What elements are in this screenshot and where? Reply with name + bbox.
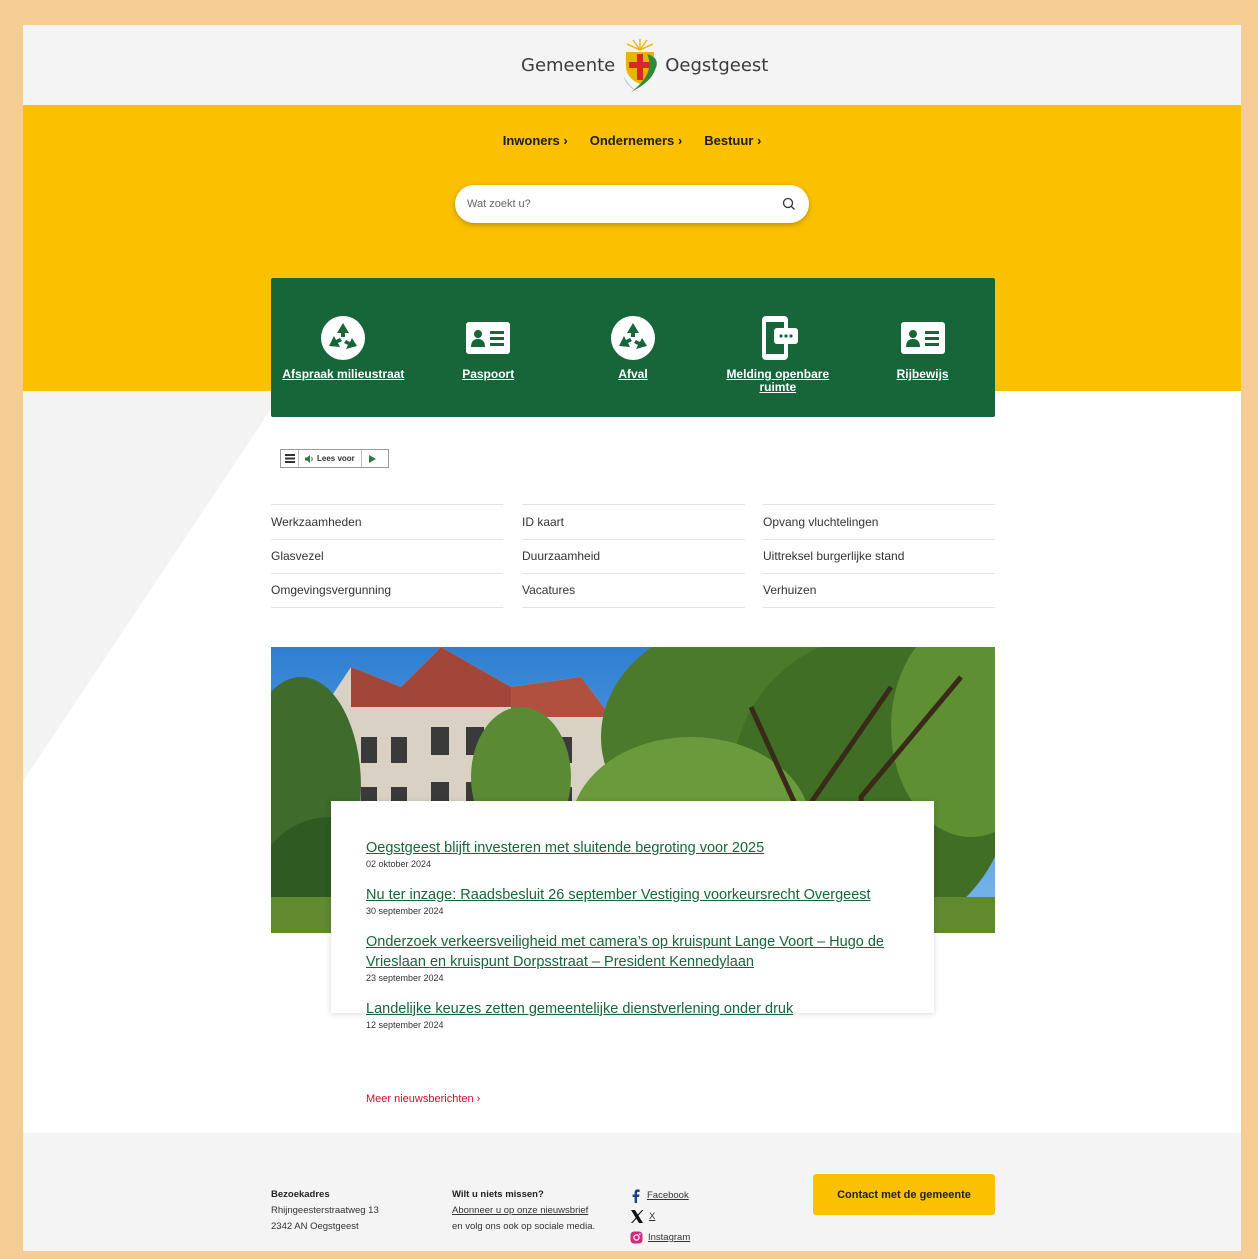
news-list: Oegstgeest blijft investeren met sluiten… [366,838,926,1046]
nav-item-bestuur[interactable]: Bestuur › [704,133,761,148]
logo-text-left: Gemeente [521,54,616,76]
facebook-icon [632,1188,640,1203]
read-aloud-button[interactable]: Lees voor [299,450,362,467]
main-navigation: Inwoners › Ondernemers › Bestuur › [23,133,1241,148]
links-column-3: Opvang vluchtelingen Uittreksel burgerli… [763,504,995,608]
recycle-icon [321,316,366,360]
tile-paspoort[interactable]: Paspoort [416,278,561,417]
x-icon [631,1210,644,1223]
play-icon[interactable] [362,454,384,463]
link-duurzaamheid[interactable]: Duurzaamheid [522,538,745,574]
page: Gemeente Oegstgeest Inwoners › Onderneme… [23,25,1241,1251]
news-link[interactable]: Nu ter inzage: Raadsbesluit 26 september… [366,887,871,903]
tile-label: Afspraak milieustraat [282,367,405,381]
decorative-diagonal [23,391,283,781]
news-date: 02 oktober 2024 [366,859,432,869]
news-item: Landelijke keuzes zetten gemeentelijke d… [366,999,926,1030]
logo-text-right: Oegstgeest [665,54,769,76]
id-card-icon [466,322,511,354]
tile-label: Afval [618,367,648,381]
link-verhuizen[interactable]: Verhuizen [763,573,995,608]
social-label: X [649,1211,656,1222]
social-label: Instagram [648,1232,691,1243]
link-omgevingsvergunning[interactable]: Omgevingsvergunning [271,573,503,608]
social-instagram[interactable]: Instagram [630,1227,690,1248]
link-glasvezel[interactable]: Glasvezel [271,538,503,574]
footer-newsletter: Wilt u niets missen? Abonneer u op onze … [452,1187,595,1235]
links-column-2: ID kaart Duurzaamheid Vacatures [522,504,745,608]
link-id-kaart[interactable]: ID kaart [522,504,745,539]
news-item: Nu ter inzage: Raadsbesluit 26 september… [366,885,926,916]
tile-melding-openbare-ruimte[interactable]: Melding openbare ruimte [705,278,850,417]
newsletter-subscribe-link[interactable]: Abonneer u op onze nieuwsbrief [452,1203,595,1219]
site-header: Gemeente Oegstgeest [23,25,1241,105]
nav-item-inwoners[interactable]: Inwoners › [503,133,568,148]
speaker-icon [305,454,313,463]
address-line: 2342 AN Oegstgeest [271,1221,359,1232]
link-vacatures[interactable]: Vacatures [522,573,745,608]
newsletter-text: en volg ons ook op sociale media. [452,1221,596,1232]
tile-label: Melding openbare ruimte [726,367,830,394]
municipality-logo[interactable]: Gemeente Oegstgeest [521,35,768,95]
social-links: Facebook X Instagram [630,1185,690,1248]
tile-label: Paspoort [462,367,515,381]
social-x[interactable]: X [630,1206,690,1227]
link-opvang-vluchtelingen[interactable]: Opvang vluchtelingen [763,504,995,539]
address-heading: Bezoekadres [271,1189,330,1200]
link-werkzaamheden[interactable]: Werkzaamheden [271,504,503,539]
recycle-icon [610,316,655,360]
read-aloud-widget: Lees voor [280,449,389,468]
news-link[interactable]: Oegstgeest blijft investeren met sluiten… [366,840,764,856]
tile-afval[interactable]: Afval [561,278,706,417]
nav-item-ondernemers[interactable]: Ondernemers › [590,133,682,148]
news-date: 23 september 2024 [366,973,444,983]
link-uittreksel-burgerlijke-stand[interactable]: Uittreksel burgerlijke stand [763,538,995,574]
news-date: 30 september 2024 [366,906,444,916]
instagram-icon [630,1231,643,1244]
social-facebook[interactable]: Facebook [630,1185,690,1206]
search-box [455,185,809,223]
tile-afspraak-milieustraat[interactable]: Afspraak milieustraat [271,278,416,417]
more-news-link[interactable]: Meer nieuwsberichten › [366,1093,480,1105]
coat-of-arms-icon [617,36,663,94]
tile-rijbewijs[interactable]: Rijbewijs [850,278,995,417]
social-label: Facebook [647,1190,689,1201]
news-item: Oegstgeest blijft investeren met sluiten… [366,838,926,869]
quick-links-panel: Afspraak milieustraat Paspoort Afval Mel… [271,278,995,417]
links-column-1: Werkzaamheden Glasvezel Omgevingsvergunn… [271,504,503,608]
id-card-icon [900,322,945,354]
news-link[interactable]: Onderzoek verkeersveiligheid met camera’… [366,934,884,970]
phone-message-icon [761,316,798,360]
news-date: 12 september 2024 [366,1020,444,1030]
address-line: Rhijngeesterstraatweg 13 [271,1205,379,1216]
news-item: Onderzoek verkeersveiligheid met camera’… [366,932,926,983]
read-aloud-label: Lees voor [317,454,355,463]
search-icon[interactable] [781,196,797,212]
contact-button[interactable]: Contact met de gemeente [813,1174,995,1215]
menu-icon[interactable] [281,450,299,467]
news-link[interactable]: Landelijke keuzes zetten gemeentelijke d… [366,1001,793,1017]
tile-label: Rijbewijs [896,367,949,381]
footer-address: Bezoekadres Rhijngeesterstraatweg 13 234… [271,1187,379,1235]
search-input[interactable] [467,194,767,214]
newsletter-heading: Wilt u niets missen? [452,1189,544,1200]
